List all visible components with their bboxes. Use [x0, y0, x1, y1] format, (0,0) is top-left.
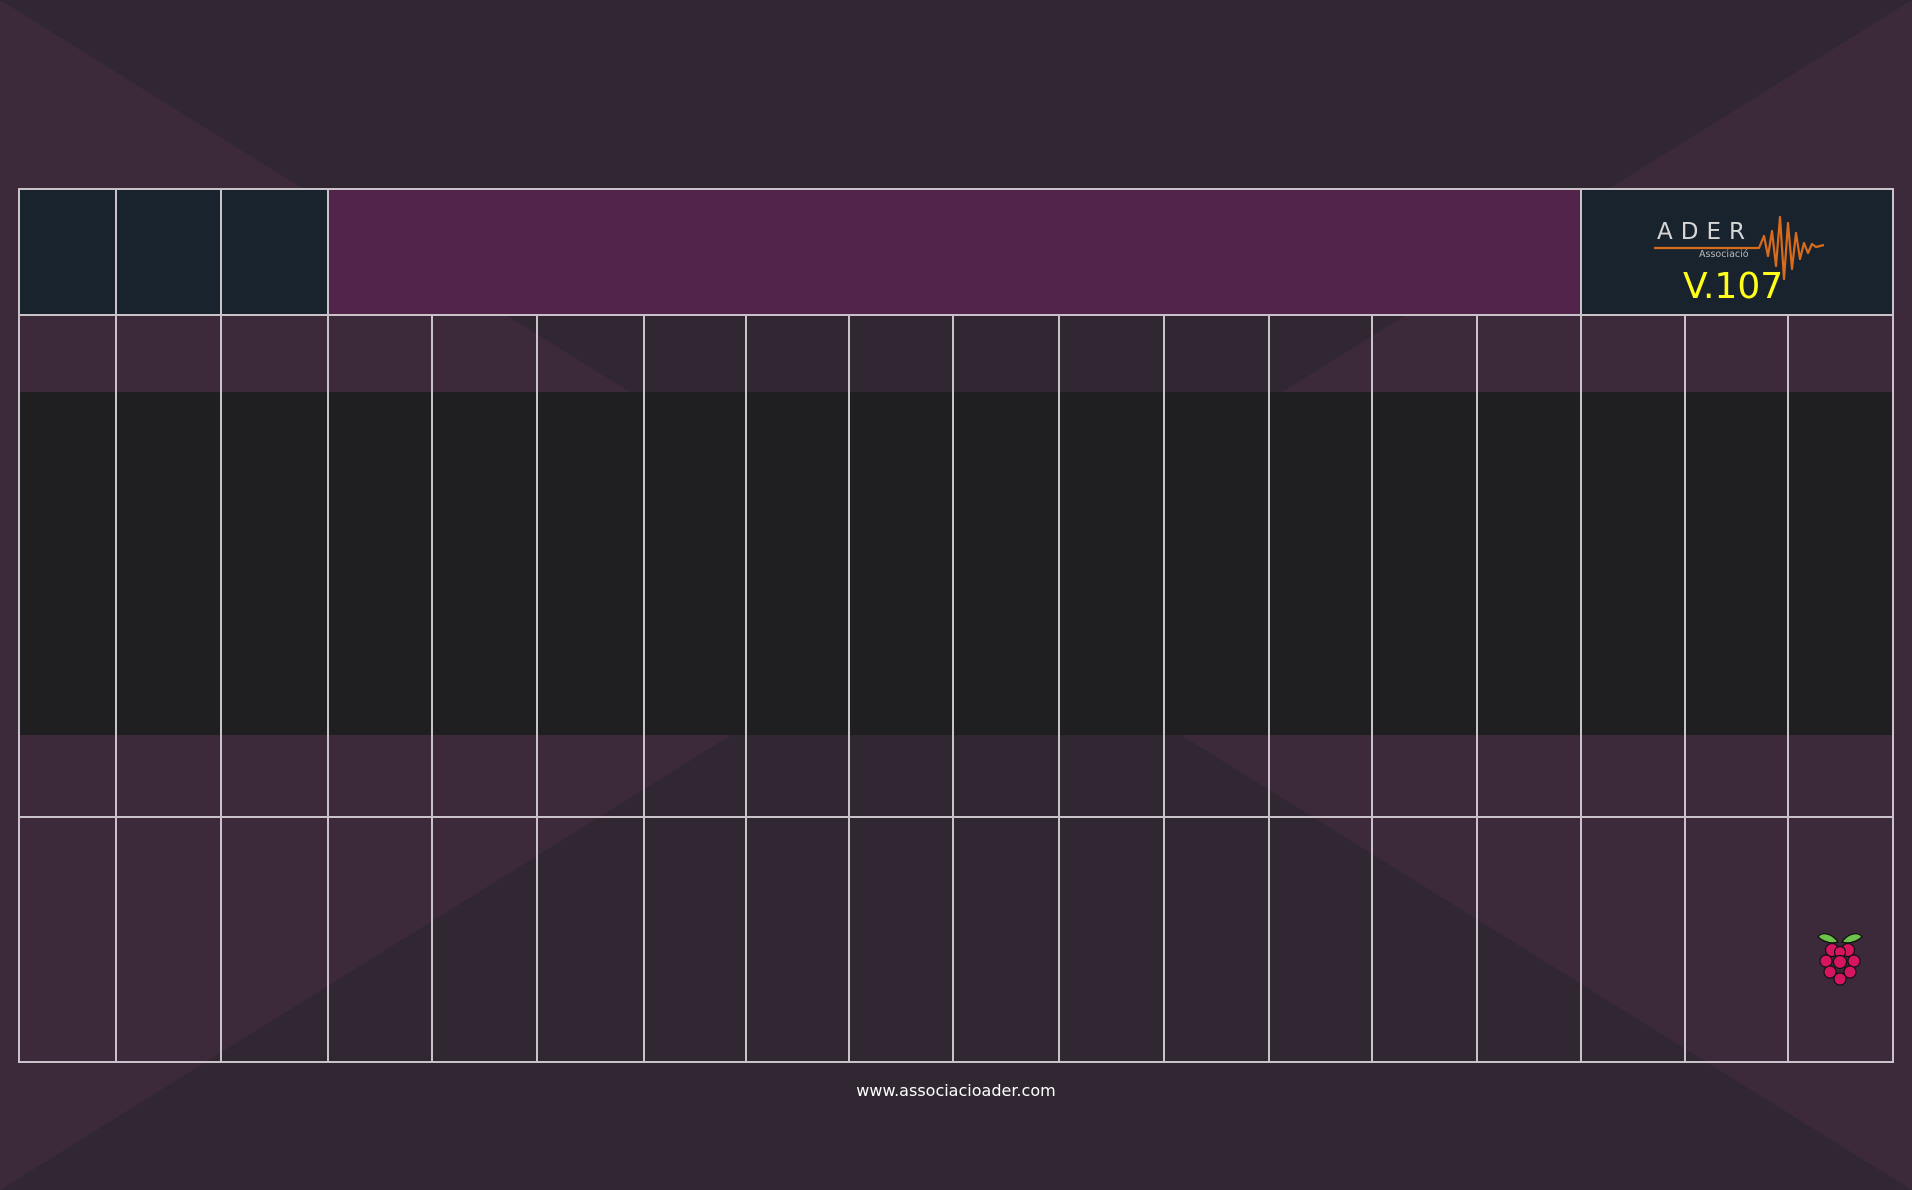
grid-line-vertical [745, 315, 747, 1063]
grid-line-vertical [18, 188, 20, 1063]
grid-line-vertical [1684, 315, 1686, 1063]
grid-line-vertical [1787, 315, 1789, 1063]
grid-line-vertical [1268, 315, 1270, 1063]
grid-line-vertical [220, 188, 222, 1063]
header-cell-1 [19, 189, 116, 315]
grid-line-vertical [1163, 315, 1165, 1063]
grid-line-bottom [18, 1061, 1894, 1063]
grid-line-vertical [1892, 188, 1894, 1063]
grid-line-vertical [952, 315, 954, 1063]
grid-line-vertical [1371, 315, 1373, 1063]
grid-line-vertical [643, 315, 645, 1063]
ader-logo: ADER Associació V.107 [1581, 189, 1893, 315]
grid-line-middle [18, 816, 1894, 818]
grid-line-vertical [1580, 188, 1582, 1063]
logo-subtext: Associació [1699, 249, 1749, 260]
grid-line-vertical [1058, 315, 1060, 1063]
grid-line-vertical [327, 188, 329, 1063]
header-cell-2 [116, 189, 221, 315]
header-title-band [328, 189, 1581, 315]
grid-line-vertical [115, 188, 117, 1063]
header-cell-3 [221, 189, 328, 315]
grid-line-vertical [1476, 315, 1478, 1063]
raspberry-pi-icon [1817, 933, 1863, 986]
version-label: V.107 [1683, 266, 1784, 307]
grid-line-vertical [848, 315, 850, 1063]
footer-url[interactable]: www.associacioader.com [0, 1081, 1912, 1100]
logo-text: ADER [1657, 219, 1753, 245]
dark-band [19, 392, 1893, 735]
grid-line-vertical [536, 315, 538, 1063]
grid-line-vertical [431, 315, 433, 1063]
